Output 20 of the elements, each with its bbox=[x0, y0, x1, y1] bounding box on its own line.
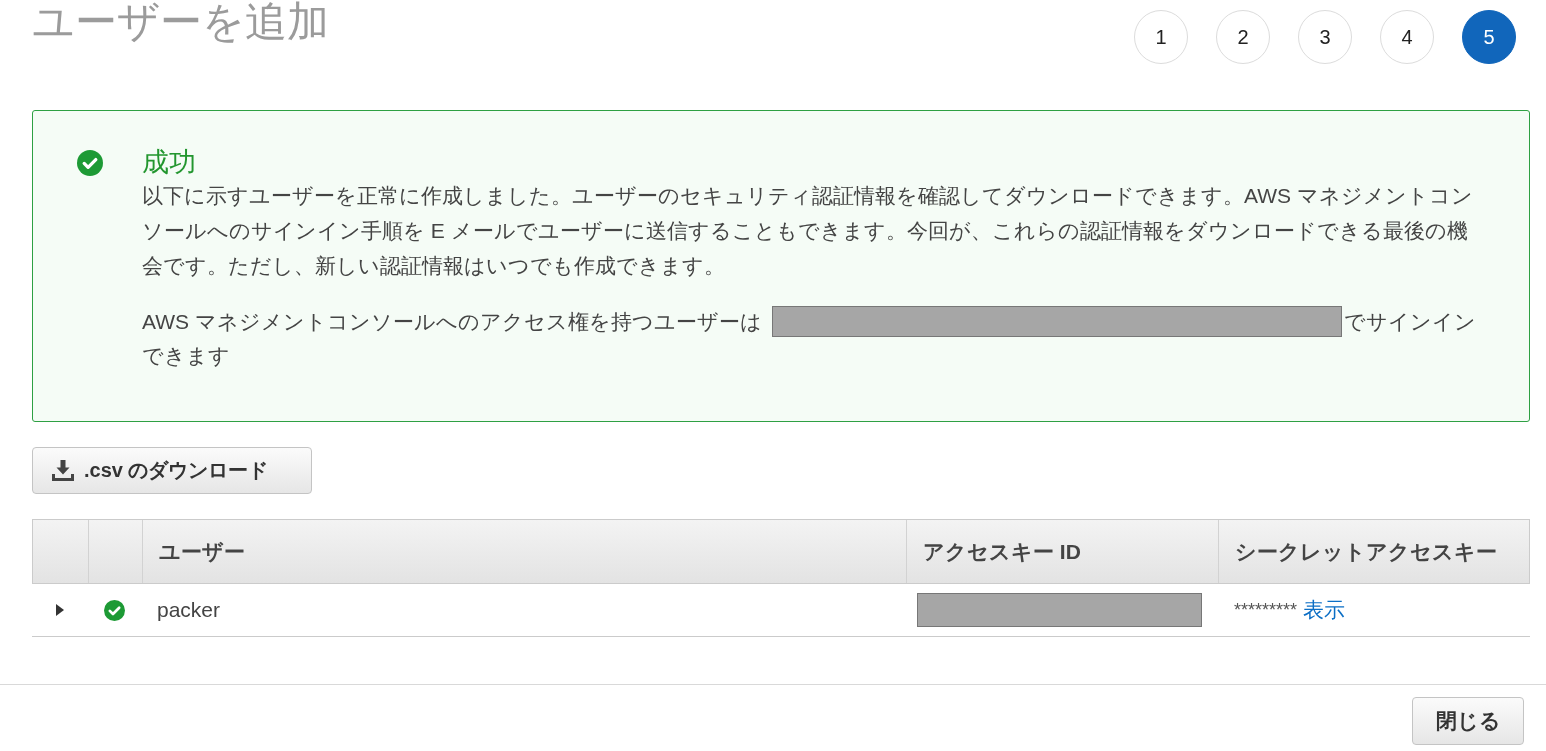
step-indicator: 5 bbox=[1462, 10, 1516, 64]
caret-icon[interactable] bbox=[55, 604, 64, 616]
step-indicator: 3 bbox=[1298, 10, 1352, 64]
alert-message: 以下に示すユーザーを正常に作成しました。ユーザーのセキュリティ認証情報を確認してダウンロードできます。AWS マネジメントコンソールへのサインイン手順を E メールでユーザーに送信することもできます。今回が、これらの認証情報をダウンロードできる最後の機会です。ただし、新しい認証情報はいつでも作成できます。 bbox=[142, 183, 1474, 279]
masked-secret: ********* bbox=[1234, 599, 1298, 621]
close-button[interactable]: 閉じる bbox=[1412, 697, 1524, 745]
column-header[interactable]: シークレットアクセスキー bbox=[1235, 537, 1497, 566]
alert-title: 成功 bbox=[142, 147, 197, 178]
sign-in-message: AWS マネジメントコンソールへのアクセス権を持つユーザーは でサインインできます bbox=[142, 305, 1482, 373]
download-icon bbox=[52, 460, 74, 481]
step-indicator: 2 bbox=[1216, 10, 1270, 64]
column-header[interactable]: ユーザー bbox=[159, 537, 245, 566]
download-button[interactable]: .csv のダウンロード bbox=[32, 447, 312, 494]
show-link[interactable]: 表示 bbox=[1303, 596, 1346, 624]
step-indicator: 1 bbox=[1134, 10, 1188, 64]
page-title: ユーザーを追加 bbox=[32, 0, 329, 46]
column-header[interactable]: アクセスキー ID bbox=[923, 537, 1081, 566]
table-cell: packer bbox=[157, 598, 221, 622]
check-circle-icon bbox=[77, 150, 103, 176]
step-indicator: 4 bbox=[1380, 10, 1434, 64]
